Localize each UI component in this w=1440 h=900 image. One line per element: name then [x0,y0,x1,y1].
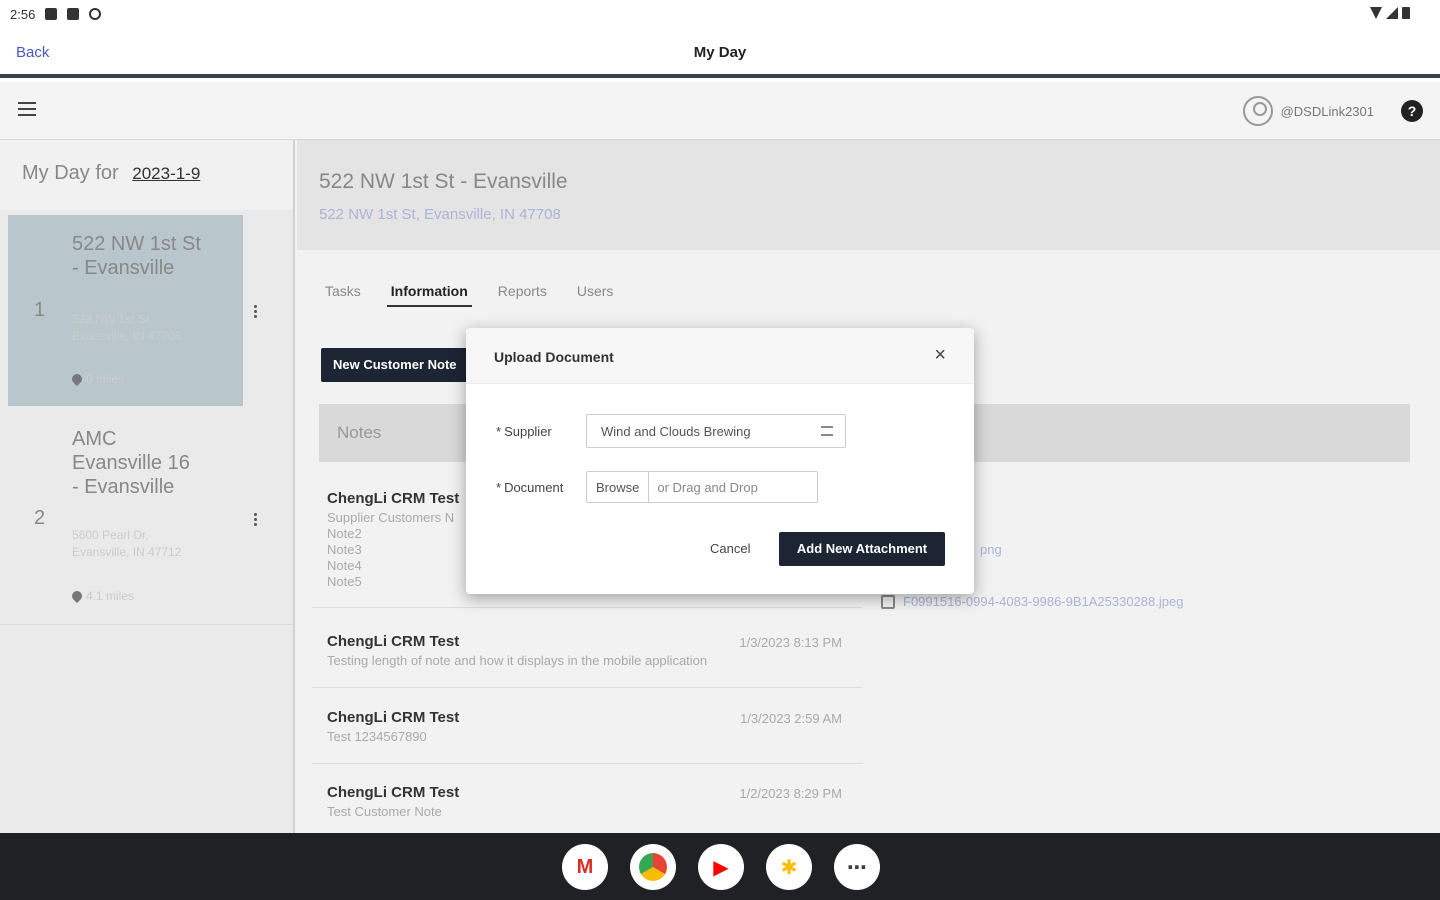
battery-icon [1402,7,1410,19]
drop-zone[interactable]: or Drag and Drop [649,472,765,502]
attachment-link[interactable]: png [980,542,1002,557]
document-label-text: Document [504,479,564,495]
location-title: 522 NW 1st St - Evansville [319,170,568,193]
signal-icon [1386,7,1398,19]
note-line: Note4 [327,558,362,573]
note-timestamp: 1/2/2023 8:29 PM [739,786,842,801]
stop-name: 522 NW 1st St - Evansville [72,233,201,279]
note-item[interactable]: ChengLi CRM Test 1/3/2023 2:59 AM Test 1… [312,709,862,764]
note-body: Test 1234567890 [327,729,427,744]
app-bar: Back My Day [0,28,1440,78]
supplier-label: * Supplier [496,423,552,439]
notification-icon [45,8,58,20]
status-time: 2:56 [10,6,36,22]
tab-bar: Tasks Information Reports Users [321,283,617,307]
supplier-select[interactable]: Wind and Clouds Brewing [586,414,846,448]
browse-button[interactable]: Browse [587,472,650,502]
sidebar-heading: My Day for 2023-1-9 [0,140,293,210]
supplier-label-text: Supplier [504,423,552,439]
note-item[interactable]: ChengLi CRM Test 1/2/2023 8:29 PM Test C… [312,784,862,833]
note-timestamp: 1/3/2023 8:13 PM [739,635,842,650]
document-label: * Document [496,479,564,495]
dnd-icon [89,8,102,20]
note-line: Note3 [327,542,362,557]
note-line: Note5 [327,574,362,589]
file-upload-field[interactable]: Browse or Drag and Drop [586,471,818,503]
gmail-icon[interactable]: M [562,844,608,890]
dialog-title: Upload Document [494,349,614,365]
chrome-logo [639,853,667,881]
supplier-value: Wind and Clouds Brewing [601,424,751,439]
stop-item-2[interactable]: 2 AMC Evansville 16 - Evansville 5600 Pe… [8,425,243,625]
note-author: ChengLi CRM Test [327,709,460,726]
tab-information[interactable]: Information [386,283,472,307]
location-pin-icon [69,371,85,387]
help-icon[interactable]: ? [1401,100,1423,122]
note-line: Supplier Customers N [327,510,455,525]
avatar-icon [1242,96,1273,126]
document-row: * Document Browse or Drag and Drop [496,471,818,503]
wifi-icon [1370,7,1382,19]
stop-distance-value: 0 miles [86,372,125,386]
dock-apps: M ▶ ✱ ⋯ [562,844,880,890]
hamburger-menu-icon[interactable] [18,102,36,116]
stop-item-1[interactable]: 1 522 NW 1st St - Evansville 522 NW 1st … [8,215,243,406]
note-body: Supplier Customers N Note2 Note3 Note4 N… [327,510,454,590]
sd-card-icon [67,8,80,20]
add-new-attachment-button[interactable]: Add New Attachment [779,532,945,566]
dialog-header: Upload Document × [466,328,974,384]
list-icon [821,426,833,436]
tab-reports[interactable]: Reports [494,283,551,307]
more-options-icon[interactable] [254,513,258,528]
location-pin-icon [69,588,85,604]
tab-tasks[interactable]: Tasks [321,283,365,307]
status-bar: 2:56 [0,0,1440,28]
youtube-icon[interactable]: ▶ [698,844,744,890]
stop-address: 522 NW 1st St Evansville, IN 47708 [72,312,182,343]
stop-distance: 4.1 miles [69,588,135,604]
stop-number: 2 [34,507,46,529]
user-menu[interactable]: @DSDLink2301 [1242,96,1374,126]
notes-label: Notes [337,423,382,442]
note-author: ChengLi CRM Test [327,784,460,801]
divider [0,624,293,625]
attachment-filename: F0991516-0994-4083-9986-9B1A25330288.jpe… [903,594,1184,609]
note-author: ChengLi CRM Test [327,633,460,650]
chrome-icon[interactable] [630,844,676,890]
note-author: ChengLi CRM Test [327,490,460,507]
close-icon[interactable]: × [934,344,946,367]
app-launcher-icon[interactable]: ⋯ [834,844,880,890]
sidebar: My Day for 2023-1-9 1 522 NW 1st St - Ev… [0,140,295,833]
stop-distance: 0 miles [69,371,125,387]
date-picker[interactable]: 2023-1-9 [132,164,200,183]
stop-number: 1 [34,299,46,321]
tab-users[interactable]: Users [573,283,618,307]
note-body: Testing length of note and how it displa… [327,653,708,668]
page-title: My Day [693,44,747,61]
supplier-row: * Supplier Wind and Clouds Brewing [496,414,846,448]
location-header: 522 NW 1st St - Evansville 522 NW 1st St… [297,140,1440,250]
note-item[interactable]: ChengLi CRM Test 1/3/2023 8:13 PM Testin… [312,633,862,688]
note-body: Test Customer Note [327,804,442,819]
taskbar: M ▶ ✱ ⋯ [0,833,1440,900]
note-timestamp: 1/3/2023 2:59 AM [740,711,842,726]
more-options-icon[interactable] [254,305,258,320]
attachment-item[interactable]: F0991516-0994-4083-9986-9B1A25330288.jpe… [881,594,1183,609]
upload-document-dialog: Upload Document × * Supplier Wind and Clo… [466,328,974,594]
cancel-button[interactable]: Cancel [710,541,750,556]
photos-icon[interactable]: ✱ [766,844,812,890]
stop-address: 5600 Pearl Dr, Evansville, IN 47712 [72,528,182,559]
location-address-link[interactable]: 522 NW 1st St, Evansville, IN 47708 [319,206,561,223]
stop-name: AMC Evansville 16 - Evansville [72,428,190,498]
note-line: Note2 [327,526,362,541]
top-nav: @DSDLink2301 ? [0,82,1440,140]
stop-distance-value: 4.1 miles [86,589,135,603]
sidebar-heading-label: My Day for [22,162,119,184]
image-file-icon [881,594,895,609]
username: @DSDLink2301 [1280,103,1374,119]
